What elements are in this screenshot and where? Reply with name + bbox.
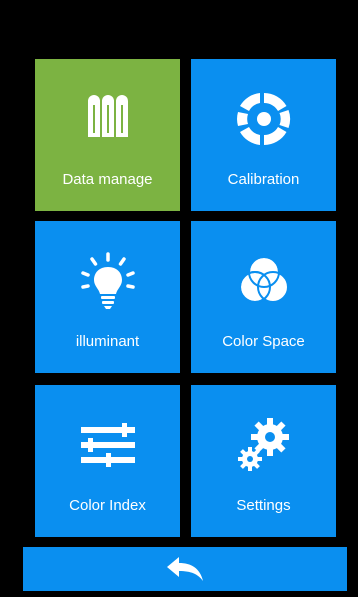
color-index-tile[interactable]: Color Index bbox=[35, 385, 180, 537]
sliders-icon bbox=[78, 415, 138, 475]
calibration-tile[interactable]: Calibration bbox=[191, 59, 336, 211]
back-arrow-icon bbox=[165, 554, 205, 584]
data-manage-label: Data manage bbox=[62, 171, 153, 188]
main-menu-screen: Data manage Calibration illuminant Color… bbox=[0, 0, 358, 597]
illuminant-tile[interactable]: illuminant bbox=[35, 221, 180, 373]
back-button[interactable] bbox=[23, 547, 347, 591]
data-manage-icon bbox=[78, 89, 138, 149]
lightbulb-icon bbox=[78, 251, 138, 311]
settings-tile[interactable]: Settings bbox=[191, 385, 336, 537]
color-index-label: Color Index bbox=[69, 497, 146, 514]
gears-icon bbox=[234, 415, 294, 475]
color-space-icon bbox=[234, 251, 294, 311]
color-space-tile[interactable]: Color Space bbox=[191, 221, 336, 373]
settings-label: Settings bbox=[236, 497, 291, 514]
color-space-label: Color Space bbox=[222, 333, 305, 350]
calibration-icon bbox=[234, 89, 294, 149]
calibration-label: Calibration bbox=[227, 171, 300, 188]
illuminant-label: illuminant bbox=[75, 333, 140, 350]
data-manage-tile[interactable]: Data manage bbox=[35, 59, 180, 211]
